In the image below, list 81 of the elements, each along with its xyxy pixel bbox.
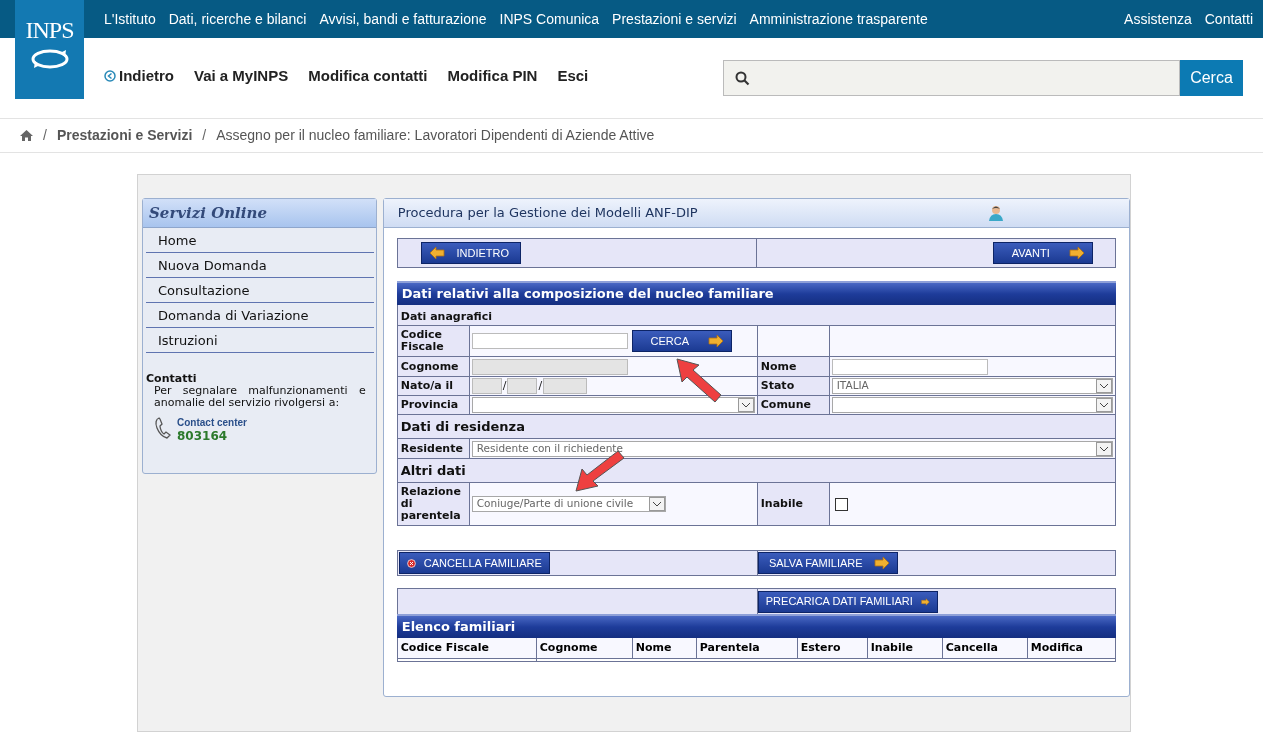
text-field[interactable] (831, 358, 988, 375)
next-button[interactable]: AVANTI (992, 242, 1093, 264)
breadcrumb-separator: / (43, 126, 47, 145)
checkbox[interactable] (834, 497, 848, 511)
header-link[interactable]: Vai a MyINPS (194, 64, 289, 88)
column-header: Estero (797, 638, 868, 658)
breadcrumb-separator: / (202, 126, 207, 145)
nav-link[interactable]: INPS Comunica (499, 8, 600, 30)
contact-number: 803164 (177, 429, 229, 443)
nav-link[interactable]: Dati, ricerche e bilanci (168, 8, 307, 30)
section-title: Elenco familiari (401, 618, 516, 637)
column-header: Nome (632, 638, 697, 658)
save-member-button[interactable]: SALVA FAMILIARE (757, 552, 898, 574)
dropdown[interactable] (471, 397, 755, 413)
date-separator: / (501, 377, 508, 394)
sidebar-item[interactable]: Istruzioni (146, 328, 374, 353)
swirl-icon (29, 48, 70, 70)
search-button[interactable]: CERCA (631, 330, 732, 352)
column-header: Cancella (942, 638, 1028, 658)
header-link[interactable]: Modifica PIN (447, 64, 538, 88)
nav-link[interactable]: Prestazioni e servizi (612, 8, 737, 30)
panel-title: Procedura per la Gestione dei Modelli ANF-DIP (397, 204, 698, 223)
nav-link[interactable]: L'Istituto (104, 8, 156, 30)
breadcrumb-current: Assegno per il nucleo familiare: Lavoratori Dipendenti di Aziende Attive (216, 126, 655, 145)
search-field[interactable] (723, 60, 1180, 96)
back-link[interactable]: Indietro (104, 64, 174, 88)
sidebar-item[interactable]: Nuova Domanda (146, 253, 374, 278)
contacts-title: Contatti (146, 373, 198, 385)
contacts-text: Per segnalare malfunzionamenti e anomalie del servizio rivolgersi a: (153, 385, 366, 409)
delete-member-button[interactable]: CANCELLA FAMILIARE (398, 552, 550, 574)
contact-label: Contact center (177, 417, 247, 429)
subsection-title: Altri dati (397, 459, 1115, 483)
field-label: Nato/a il (397, 377, 470, 395)
field-label: Codice Fiscale (397, 326, 470, 356)
nav-link[interactable]: Contatti (1204, 8, 1253, 30)
field-label: Residente (397, 439, 470, 458)
field-label: Nome (757, 357, 830, 376)
field-label: Stato (757, 377, 830, 395)
arrow-right-icon (1068, 246, 1085, 260)
arrow-left-icon (428, 246, 445, 260)
nav-link[interactable]: Assistenza (1124, 8, 1192, 30)
dropdown[interactable]: Residente con il richiedente (471, 440, 1113, 457)
sidebar-item[interactable]: Consultazione (146, 278, 374, 303)
dropdown[interactable] (831, 397, 1113, 413)
nav-link[interactable]: Avvisi, bandi e fatturazione (319, 8, 487, 30)
column-header: Cognome (536, 638, 633, 658)
column-header: Inabile (867, 638, 943, 658)
back-button[interactable]: INDIETRO (420, 242, 521, 264)
breadcrumb-link[interactable]: Prestazioni e Servizi (56, 125, 193, 146)
sidebar-item[interactable]: Domanda di Variazione (146, 303, 374, 328)
column-header: Parentela (696, 638, 798, 658)
chevron-down-icon (648, 497, 665, 511)
field-label: Comune (757, 396, 830, 414)
field-label: Inabile (757, 483, 830, 525)
dropdown[interactable]: Coniuge/Parte di unione civile (471, 496, 666, 512)
section-title: Dati relativi alla composizione del nucleo familiare (401, 285, 774, 304)
field-label: Relazione di parentela (397, 483, 470, 525)
header-link[interactable]: Modifica contatti (308, 64, 428, 88)
home-icon (20, 130, 33, 141)
arrow-right-icon (707, 334, 724, 348)
column-header: Modifica (1029, 639, 1084, 656)
subsection-title: Dati anagrafici (397, 305, 1115, 326)
user-icon (988, 205, 1004, 221)
phone-icon (154, 417, 172, 439)
sidebar-item[interactable]: Home (146, 228, 374, 253)
preload-button[interactable]: PRECARICA DATI FAMILIARI (757, 590, 938, 613)
sidebar-title: Servizi Online (149, 202, 267, 224)
field-label: Cognome (397, 357, 470, 376)
column-header: Codice Fiscale (397, 638, 537, 658)
dropdown[interactable]: ITALIA (831, 378, 1113, 394)
field-label: Provincia (397, 396, 470, 414)
date-separator: / (537, 377, 544, 394)
search-icon (735, 70, 750, 86)
logo[interactable]: INPS (15, 0, 84, 99)
back-icon (104, 70, 116, 82)
search-button[interactable]: Cerca (1180, 60, 1243, 96)
subsection-title: Dati di residenza (397, 415, 1115, 439)
header-link[interactable]: Esci (557, 64, 589, 88)
arrow-right-icon (873, 556, 890, 570)
text-field[interactable] (471, 333, 628, 349)
nav-link[interactable]: Amministrazione trasparente (749, 8, 928, 30)
